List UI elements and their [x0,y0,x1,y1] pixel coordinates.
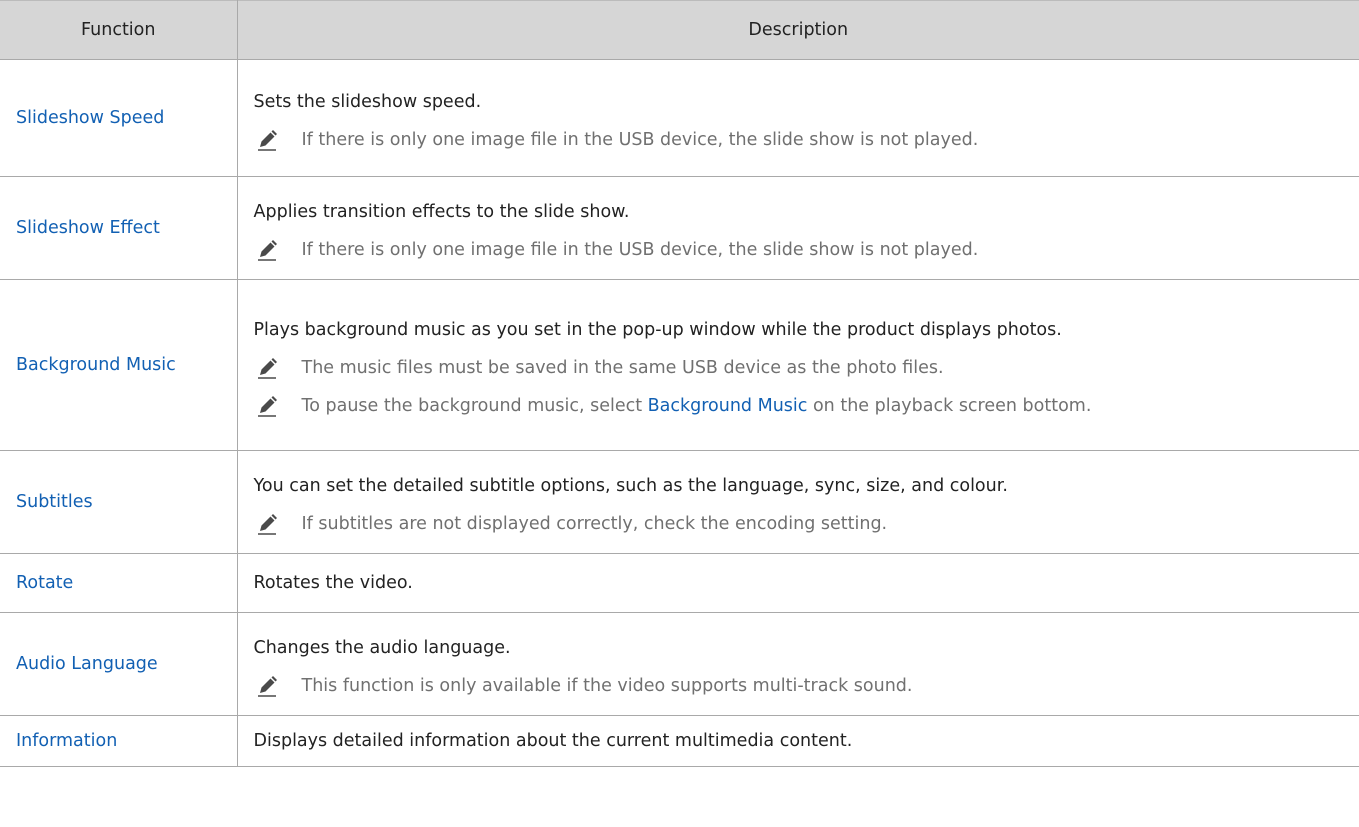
note: This function is only available if the v… [254,674,1350,698]
description-text: Applies transition effects to the slide … [253,202,630,222]
description-text: Rotates the video. [253,573,413,593]
description-text: Changes the audio language. [253,638,511,658]
note-text-post: on the playback screen bottom. [807,396,1092,416]
note: If subtitles are not displayed correctly… [254,512,1350,536]
table-row: Rotate Rotates the video. [0,553,1359,613]
function-name-slideshow-speed: Slideshow Speed [0,59,238,177]
note: The music files must be saved in the sam… [254,356,1350,380]
table-row: Subtitles You can set the detailed subti… [0,450,1359,554]
function-name-audio-language: Audio Language [0,612,238,716]
description-cell: You can set the detailed subtitle option… [237,450,1359,554]
pencil-note-icon [256,356,278,380]
pencil-note-icon [256,674,278,698]
description-cell: Applies transition effects to the slide … [237,176,1359,280]
function-name-background-music: Background Music [0,279,238,451]
note: If there is only one image file in the U… [254,128,1350,152]
table-row: Background Music Plays background music … [0,279,1359,451]
note-text: To pause the background music, select Ba… [302,394,1092,418]
note-text: This function is only available if the v… [301,676,913,696]
note-text: If there is only one image file in the U… [301,130,979,150]
table-row: Slideshow Speed Sets the slideshow speed… [0,59,1359,177]
description-cell: Sets the slideshow speed. If there is on… [237,59,1359,177]
background-music-link[interactable]: Background Music [648,396,808,416]
description-cell: Plays background music as you set in the… [237,279,1359,451]
description-cell: Displays detailed information about the … [237,715,1359,767]
description-cell: Changes the audio language. This functio… [237,612,1359,716]
note-text: The music files must be saved in the sam… [301,358,944,378]
note: If there is only one image file in the U… [254,238,1350,262]
pencil-note-icon [256,238,278,262]
table-row: Audio Language Changes the audio languag… [0,612,1359,716]
function-name-rotate: Rotate [0,553,238,613]
description-text: Displays detailed information about the … [253,731,853,751]
description-text: Plays background music as you set in the… [253,320,1062,340]
table-row: Information Displays detailed informatio… [0,715,1359,767]
column-header-description: Description [237,0,1359,60]
note-text: If subtitles are not displayed correctly… [301,514,888,534]
description-text: You can set the detailed subtitle option… [253,476,1008,496]
pencil-note-icon [256,394,278,418]
table-row: Slideshow Effect Applies transition effe… [0,176,1359,280]
function-name-information: Information [0,715,238,767]
function-name-subtitles: Subtitles [0,450,238,554]
pencil-note-icon [256,512,278,536]
table-header-row: Function Description [0,0,1359,60]
note: To pause the background music, select Ba… [254,394,1350,418]
function-table-container: Function Description Slideshow Speed Set… [0,0,1359,827]
note-text: If there is only one image file in the U… [301,240,979,260]
note-text-pre: To pause the background music, select [301,396,648,416]
pencil-note-icon [256,128,278,152]
description-cell: Rotates the video. [237,553,1359,613]
column-header-function: Function [0,0,238,60]
function-name-slideshow-effect: Slideshow Effect [0,176,238,280]
function-table: Function Description Slideshow Speed Set… [0,0,1359,767]
description-text: Sets the slideshow speed. [253,92,482,112]
